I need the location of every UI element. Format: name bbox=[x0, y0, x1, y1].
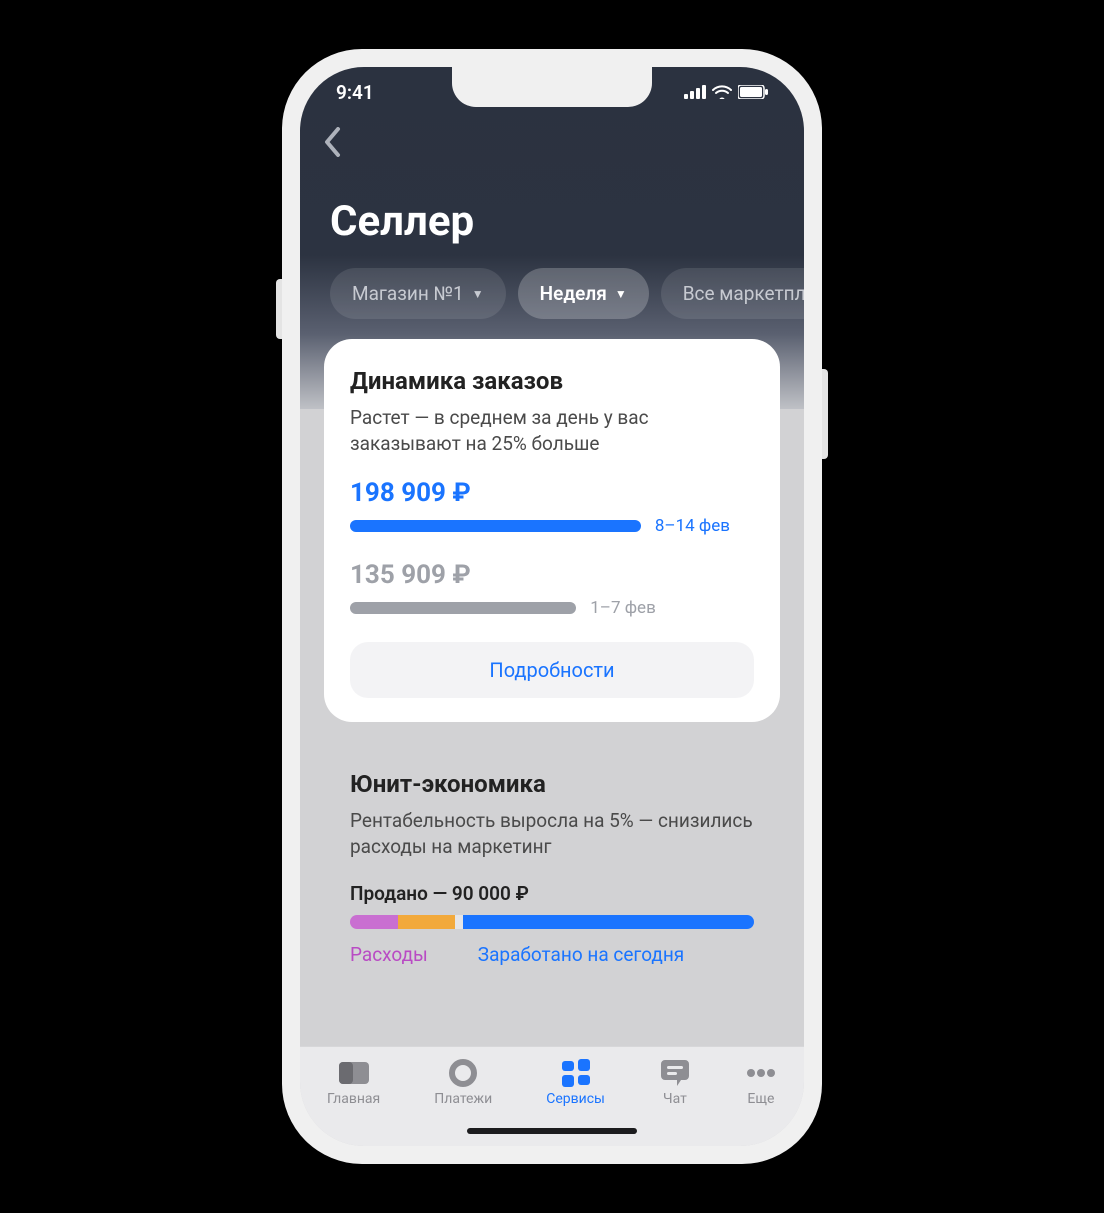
chevron-down-icon: ▼ bbox=[472, 287, 484, 301]
unit-segment-gap bbox=[455, 915, 463, 929]
unit-card-title: Юнит-экономика bbox=[350, 770, 754, 798]
unit-stacked-bar bbox=[350, 915, 754, 929]
unit-legend-earned: Заработано на сегодня bbox=[478, 943, 684, 966]
circle-icon bbox=[447, 1059, 479, 1087]
orders-current-value: 198 909 ₽ bbox=[350, 478, 754, 508]
cellular-icon bbox=[684, 85, 706, 99]
page-title: Селлер bbox=[300, 161, 804, 268]
filter-marketplace[interactable]: Все маркетплей bbox=[661, 268, 804, 319]
filter-store-label: Магазин №1 bbox=[352, 282, 464, 305]
orders-previous-row: 135 909 ₽ 1–7 фев bbox=[350, 560, 754, 618]
filter-store[interactable]: Магазин №1 ▼ bbox=[330, 268, 506, 319]
battery-icon bbox=[738, 85, 768, 99]
tab-home-label: Главная bbox=[327, 1091, 380, 1107]
chat-icon bbox=[659, 1059, 691, 1087]
unit-card-subtitle: Рентабельность выросла на 5% — снизились… bbox=[350, 808, 754, 859]
orders-card-title: Динамика заказов bbox=[350, 367, 754, 395]
chevron-left-icon bbox=[324, 127, 342, 157]
unit-segment-expenses-2 bbox=[398, 915, 455, 929]
status-indicators bbox=[684, 85, 768, 99]
card-icon bbox=[338, 1059, 370, 1087]
tab-bar: Главная Платежи Сервисы Чат bbox=[300, 1046, 804, 1146]
chevron-down-icon: ▼ bbox=[615, 287, 627, 301]
orders-previous-bar bbox=[350, 602, 576, 614]
filter-marketplace-label: Все маркетплей bbox=[683, 282, 804, 305]
filter-period[interactable]: Неделя ▼ bbox=[518, 268, 649, 319]
unit-sold-line: Продано — 90 000 ₽ bbox=[350, 882, 754, 905]
unit-segment-expenses-1 bbox=[350, 915, 398, 929]
tab-more-label: Еще bbox=[747, 1091, 774, 1107]
tab-services[interactable]: Сервисы bbox=[546, 1059, 605, 1107]
dots-icon bbox=[745, 1059, 777, 1087]
tab-chat-label: Чат bbox=[663, 1091, 687, 1107]
unit-legend-expenses: Расходы bbox=[350, 943, 428, 966]
tab-payments[interactable]: Платежи bbox=[434, 1059, 492, 1107]
details-button[interactable]: Подробности bbox=[350, 642, 754, 698]
notch bbox=[452, 67, 652, 107]
wifi-icon bbox=[712, 85, 732, 99]
grid-icon bbox=[560, 1059, 592, 1087]
tab-home[interactable]: Главная bbox=[327, 1059, 380, 1107]
screen: 9:41 Селлер Магазин №1 ▼ Неделя ▼ bbox=[300, 67, 804, 1146]
home-indicator[interactable] bbox=[467, 1128, 637, 1134]
tab-chat[interactable]: Чат bbox=[659, 1059, 691, 1107]
filter-row: Магазин №1 ▼ Неделя ▼ Все маркетплей bbox=[300, 268, 804, 319]
orders-card-subtitle: Растет — в среднем за день у вас заказыв… bbox=[350, 405, 754, 456]
unit-legend: Расходы Заработано на сегодня bbox=[350, 943, 754, 966]
orders-previous-range: 1–7 фев bbox=[590, 598, 656, 618]
content[interactable]: Динамика заказов Растет — в среднем за д… bbox=[300, 339, 804, 1146]
back-button[interactable] bbox=[300, 117, 804, 161]
tab-services-label: Сервисы bbox=[546, 1091, 605, 1107]
tab-payments-label: Платежи bbox=[434, 1091, 492, 1107]
status-time: 9:41 bbox=[336, 81, 374, 104]
orders-previous-value: 135 909 ₽ bbox=[350, 560, 754, 590]
unit-economics-card: Юнит-экономика Рентабельность выросла на… bbox=[324, 742, 780, 965]
filter-period-label: Неделя bbox=[540, 282, 607, 305]
phone-frame: 9:41 Селлер Магазин №1 ▼ Неделя ▼ bbox=[282, 49, 822, 1164]
orders-current-range: 8–14 фев bbox=[655, 516, 730, 536]
orders-dynamics-card: Динамика заказов Растет — в среднем за д… bbox=[324, 339, 780, 722]
unit-segment-earned bbox=[463, 915, 754, 929]
tab-more[interactable]: Еще bbox=[745, 1059, 777, 1107]
orders-current-row: 198 909 ₽ 8–14 фев bbox=[350, 478, 754, 536]
orders-current-bar bbox=[350, 520, 641, 532]
